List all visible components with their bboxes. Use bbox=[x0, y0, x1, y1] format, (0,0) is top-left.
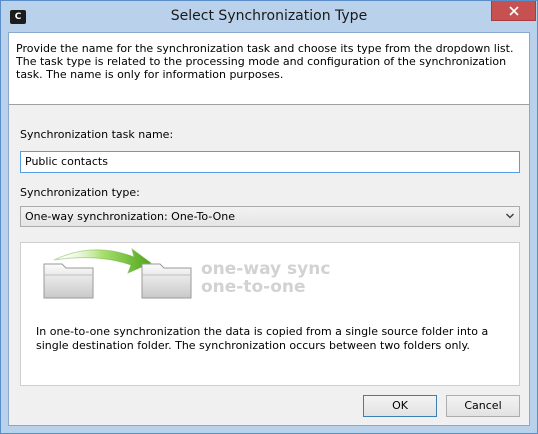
window-title: Select Synchronization Type bbox=[170, 8, 368, 24]
sync-description: In one-to-one synchronization the data i… bbox=[36, 325, 489, 352]
ok-button[interactable]: OK bbox=[363, 395, 437, 417]
sync-type-dropdown[interactable]: One-way synchronization: One-To-One bbox=[20, 206, 520, 227]
cancel-button[interactable]: Cancel bbox=[446, 395, 520, 417]
sync-mode-heading: one-way sync one-to-one bbox=[201, 260, 330, 296]
sync-mode-line2: one-to-one bbox=[201, 277, 306, 297]
task-name-label: Synchronization task name: bbox=[20, 128, 174, 141]
task-name-input[interactable]: Public contacts bbox=[20, 151, 520, 173]
sync-mode-line1: one-way sync bbox=[201, 259, 331, 279]
dialog-client: Provide the name for the synchronization… bbox=[8, 32, 530, 426]
dialog-window: C Select Synchronization Type Provide th… bbox=[0, 0, 538, 434]
title-bar[interactable]: C Select Synchronization Type bbox=[1, 1, 537, 33]
chevron-down-icon bbox=[505, 213, 515, 219]
source-folder-icon bbox=[43, 263, 94, 299]
destination-folder-icon bbox=[141, 263, 192, 299]
sync-illustration bbox=[43, 247, 192, 299]
header-description: Provide the name for the synchronization… bbox=[16, 42, 514, 81]
header-panel: Provide the name for the synchronization… bbox=[9, 33, 529, 105]
sync-type-value: One-way synchronization: One-To-One bbox=[25, 210, 235, 223]
close-icon bbox=[508, 5, 519, 16]
sync-type-label: Synchronization type: bbox=[20, 186, 140, 199]
info-panel: one-way sync one-to-one In one-to-one sy… bbox=[20, 242, 520, 386]
close-button[interactable] bbox=[491, 1, 536, 21]
